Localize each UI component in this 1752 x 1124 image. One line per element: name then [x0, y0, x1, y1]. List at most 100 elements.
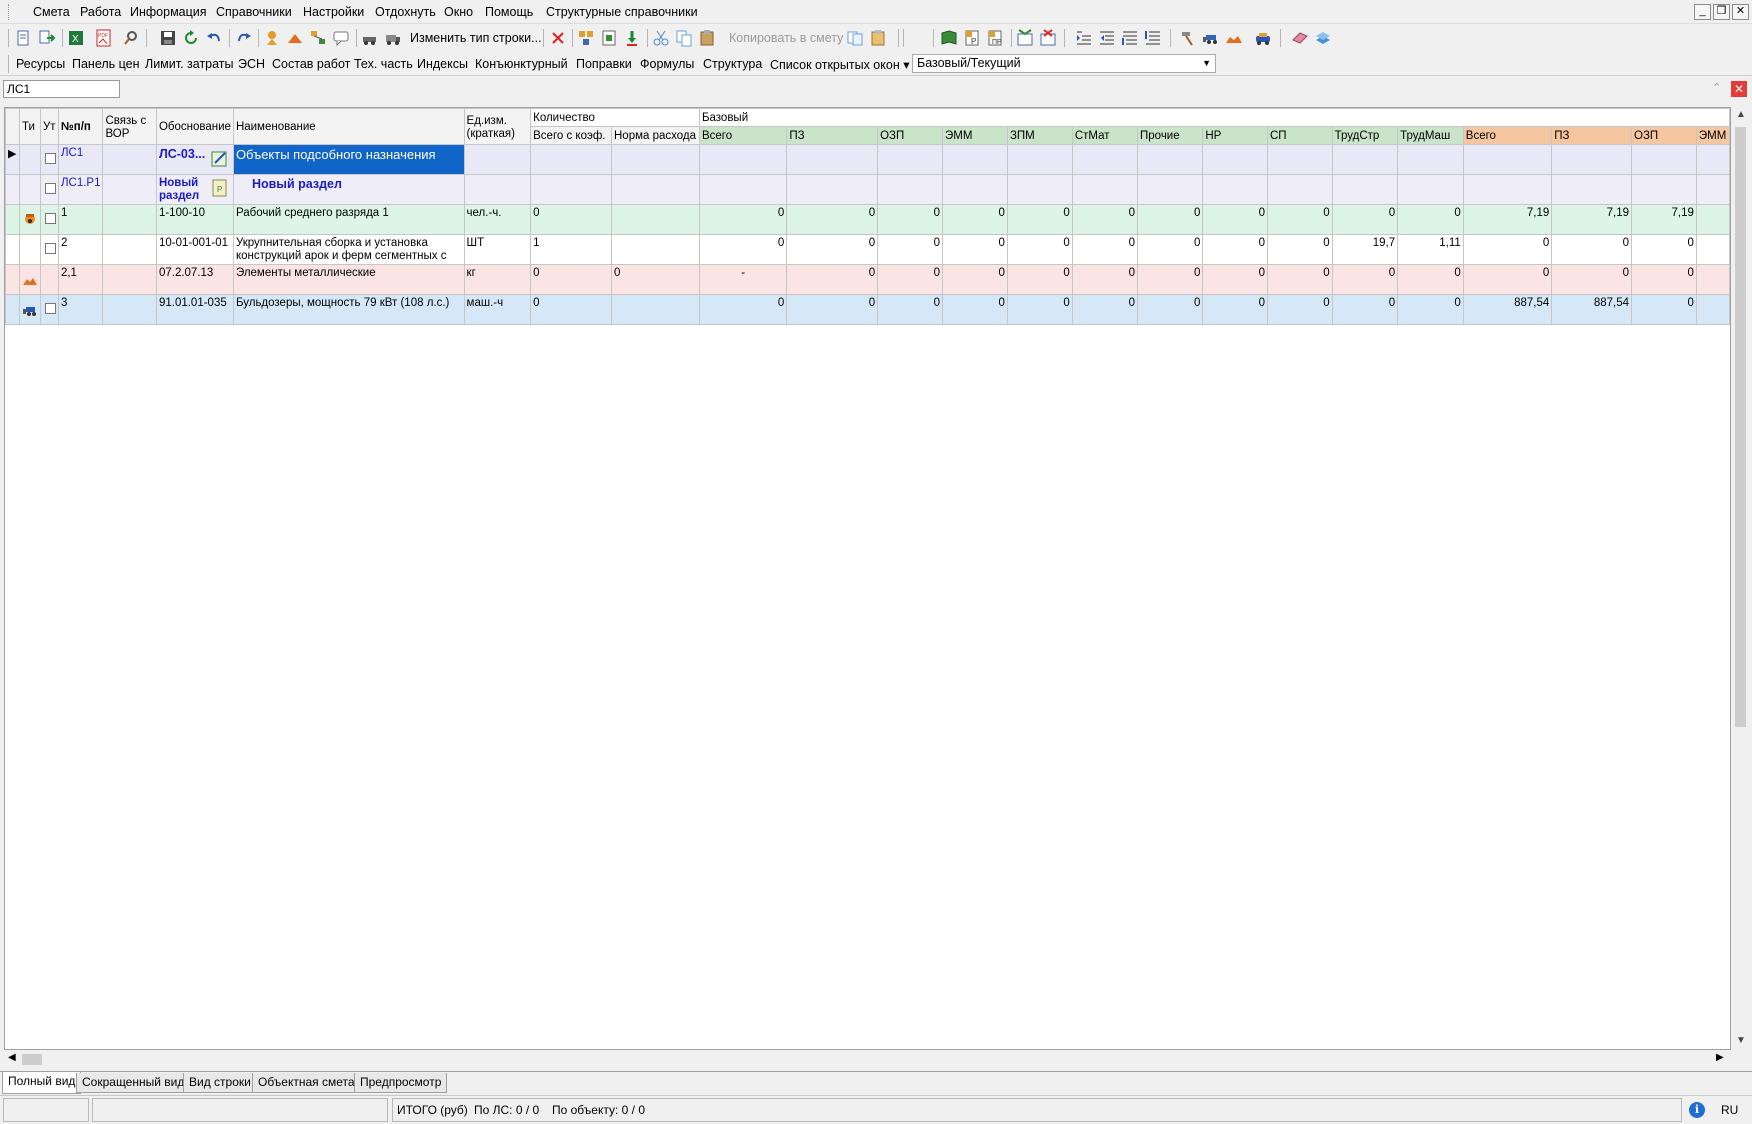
header-cur-emm[interactable]: ЭММ — [1695, 126, 1730, 145]
bulldozer-icon[interactable] — [1201, 28, 1221, 48]
header-qty-total[interactable]: Всего с коэф. — [530, 126, 612, 145]
filter-icon[interactable] — [1015, 28, 1035, 48]
cell-cur-emm[interactable] — [1695, 174, 1730, 205]
cell-base-ozp[interactable] — [877, 144, 943, 175]
basis-link[interactable]: ЛС-03... — [159, 147, 205, 161]
cell-qty-total[interactable]: 0 — [530, 204, 612, 235]
cell-base-emm[interactable]: 0 — [941, 234, 1008, 265]
delete-icon[interactable] — [548, 28, 568, 48]
cell-basis[interactable]: ЛС-03... — [155, 144, 234, 175]
paste-doc-icon[interactable] — [868, 28, 888, 48]
cell-base-ozp[interactable]: 0 — [877, 264, 943, 295]
cell-cur-ozp[interactable] — [1631, 144, 1697, 175]
header-base-total[interactable]: Всего — [698, 126, 788, 145]
cell-base-trudstr[interactable]: 0 — [1331, 264, 1399, 295]
scroll-up-icon[interactable]: ⌃ — [1712, 81, 1721, 94]
header-base-stmat[interactable]: СтМат — [1071, 126, 1139, 145]
cell-cur-ozp[interactable]: 0 — [1631, 234, 1697, 265]
cell-unit[interactable]: ШТ — [463, 234, 532, 265]
cell-base-emm[interactable] — [941, 174, 1008, 205]
cell-num[interactable]: 1 — [57, 204, 104, 235]
link-formulas[interactable]: Формулы — [640, 57, 694, 71]
cell-ut[interactable] — [39, 294, 59, 325]
cell-cur-pz[interactable]: 0 — [1551, 234, 1632, 265]
cell-qty-norm[interactable] — [611, 204, 700, 235]
info-icon[interactable]: i — [1689, 1102, 1705, 1118]
tab-preview[interactable]: Предпросмотр — [354, 1073, 448, 1093]
cell-basis[interactable]: 10-01-001-01 — [155, 234, 234, 265]
cell-qty-total[interactable]: 0 — [530, 264, 612, 295]
cell-base-stmat[interactable]: 0 — [1071, 234, 1139, 265]
price-mode-select[interactable]: Базовый/Текущий ▼ — [912, 54, 1216, 73]
cell-base-stmat[interactable]: 0 — [1071, 204, 1139, 235]
restore-button[interactable]: ❐ — [1713, 4, 1730, 20]
cell-basis[interactable]: 91.01.01-035 — [155, 294, 234, 325]
cell-base-pz[interactable]: 0 — [786, 234, 879, 265]
cell-unit[interactable]: кг — [463, 264, 532, 295]
refresh-icon[interactable] — [181, 28, 201, 48]
cell-base-sp[interactable]: 0 — [1266, 234, 1333, 265]
pdf-icon[interactable]: PDF — [94, 28, 114, 48]
cell-base-trudmash[interactable]: 0 — [1397, 204, 1464, 235]
undo-icon[interactable] — [204, 28, 224, 48]
book-icon[interactable] — [939, 28, 959, 48]
cell-name[interactable]: Новый раздел — [232, 174, 465, 205]
cell-base-ozp[interactable]: 0 — [877, 204, 943, 235]
row-checkbox[interactable] — [44, 153, 56, 164]
cell-cur-ozp[interactable]: 0 — [1631, 294, 1697, 325]
close-icon[interactable]: ✕ — [1731, 81, 1747, 97]
header-ut[interactable]: Ут — [39, 108, 59, 145]
cell-base-stmat[interactable]: 0 — [1071, 294, 1139, 325]
header-base-ozp[interactable]: ОЗП — [877, 126, 943, 145]
menu-settings[interactable]: Настройки — [303, 5, 364, 19]
cell-unit[interactable]: маш.-ч — [463, 294, 532, 325]
cell-base-trudstr[interactable] — [1331, 174, 1399, 205]
header-cur-total[interactable]: Всего — [1462, 126, 1553, 145]
horizontal-scrollbar[interactable]: ◀ ▶ — [4, 1051, 1731, 1068]
cell-ut[interactable] — [39, 174, 59, 205]
cell-basis[interactable]: Новый раздел P — [155, 174, 234, 205]
link-corrections[interactable]: Поправки — [576, 57, 632, 71]
cell-base-trudstr[interactable]: 0 — [1331, 204, 1399, 235]
cell-vor[interactable] — [102, 294, 157, 325]
cell-base-other[interactable]: 0 — [1137, 204, 1204, 235]
table-row[interactable]: 2,1 07.2.07.13 Элементы металлические кг… — [5, 264, 1730, 295]
cell-unit[interactable] — [463, 174, 532, 205]
cell-base-nr[interactable]: 0 — [1202, 294, 1268, 325]
cell-base-sp[interactable]: 0 — [1266, 204, 1333, 235]
cell-base-emm[interactable]: 0 — [941, 204, 1008, 235]
cell-unit[interactable] — [463, 144, 532, 175]
cell-cur-total[interactable]: 0 — [1462, 234, 1553, 265]
link-esn[interactable]: ЭСН — [238, 57, 265, 71]
language-indicator[interactable]: RU — [1721, 1103, 1738, 1117]
layers-icon[interactable] — [1313, 28, 1333, 48]
cell-vor[interactable] — [102, 174, 157, 205]
cell-cur-total[interactable] — [1462, 174, 1553, 205]
menu-smeta[interactable]: Смета — [33, 5, 70, 19]
change-row-type-button[interactable]: Изменить тип строки... — [410, 31, 542, 45]
find-icon[interactable] — [121, 28, 141, 48]
cell-qty-norm[interactable] — [611, 234, 700, 265]
cell-base-trudmash[interactable] — [1397, 174, 1464, 205]
comment-icon[interactable] — [331, 28, 351, 48]
header-base-other[interactable]: Прочие — [1137, 126, 1204, 145]
header-num[interactable]: №п/п — [57, 108, 104, 145]
cell-basis[interactable]: 1-100-10 — [155, 204, 234, 235]
car-icon[interactable] — [1253, 28, 1273, 48]
truck-icon[interactable] — [383, 28, 403, 48]
cell-base-sp[interactable]: 0 — [1266, 294, 1333, 325]
cell-cur-total[interactable] — [1462, 144, 1553, 175]
tab-object-estimate[interactable]: Объектная смета — [252, 1073, 361, 1093]
menu-help[interactable]: Помощь — [485, 5, 533, 19]
filter-off-icon[interactable] — [1038, 28, 1058, 48]
cell-base-trudstr[interactable] — [1331, 144, 1399, 175]
link-structure[interactable]: Структура — [703, 57, 762, 71]
link-indexes[interactable]: Индексы — [417, 57, 468, 71]
tab-short-view[interactable]: Сокращенный вид — [76, 1073, 191, 1093]
cell-base-stmat[interactable] — [1071, 174, 1139, 205]
copy-icon[interactable] — [674, 28, 694, 48]
materials-icon[interactable] — [1224, 28, 1244, 48]
basis-link[interactable]: Новый раздел — [159, 177, 203, 203]
row-checkbox[interactable] — [44, 213, 56, 224]
header-unit[interactable]: Ед.изм. (краткая) — [463, 108, 532, 145]
